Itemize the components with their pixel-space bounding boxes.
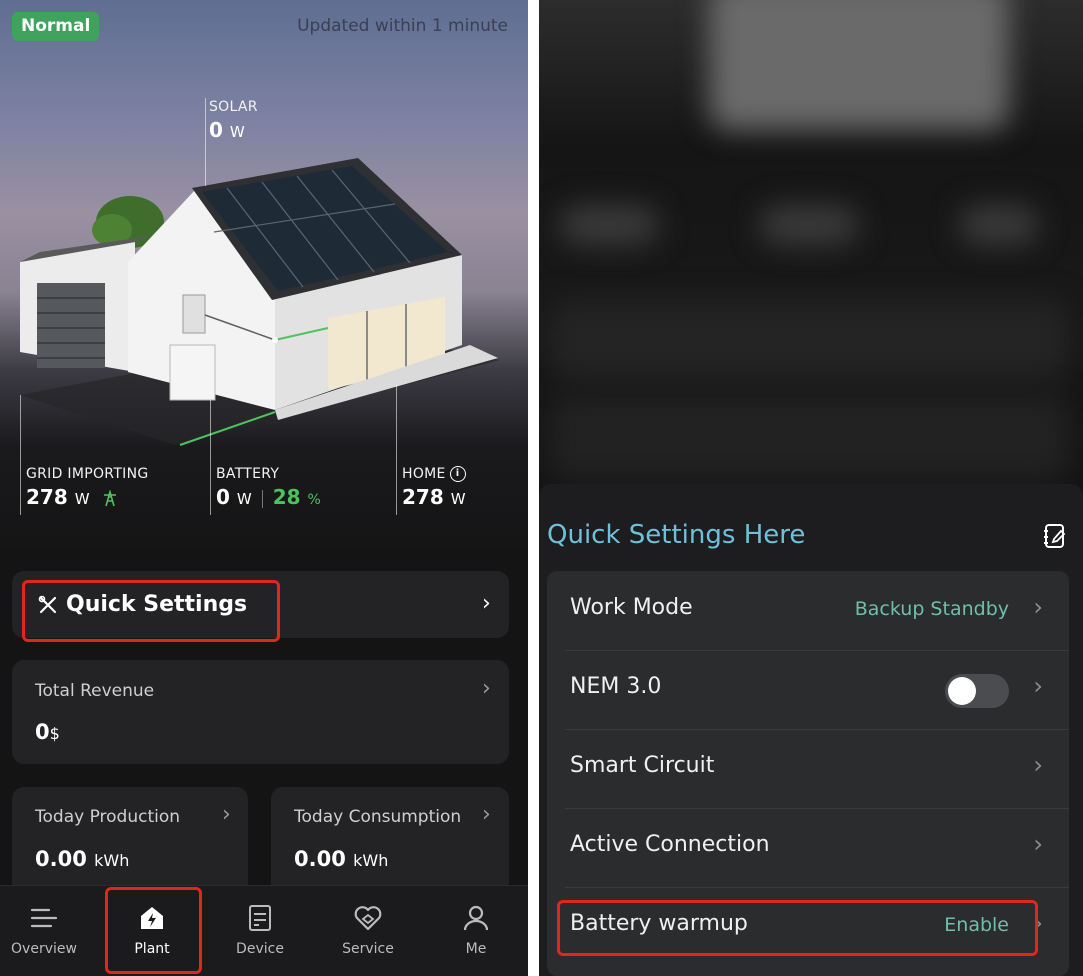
blurred-card: [549, 395, 1069, 480]
tab-overview-label: Overview: [11, 941, 77, 957]
chevron-right-icon: ›: [482, 676, 491, 701]
setting-label: Work Mode: [570, 595, 693, 620]
setting-row-active-connection[interactable]: Active Connection ›: [547, 808, 1069, 887]
battery-soc: 28: [272, 485, 301, 509]
device-icon: [249, 905, 271, 931]
battery-divider: [261, 489, 263, 508]
setting-label: Smart Circuit: [570, 753, 715, 778]
info-icon[interactable]: i: [449, 466, 466, 482]
updated-text: Updated within 1 minute: [297, 16, 508, 36]
home-value: 278: [402, 485, 444, 509]
tab-device-label: Device: [236, 941, 284, 957]
solar-metric[interactable]: SOLAR 0 W: [209, 99, 258, 142]
battery-unit: W: [236, 490, 252, 508]
home-label: HOME: [402, 466, 446, 482]
grid-unit: W: [74, 490, 90, 508]
blurred-metric: [559, 205, 659, 245]
blurred-metric: [959, 205, 1039, 245]
tab-me[interactable]: Me: [423, 886, 528, 957]
highlight-box-quick-settings: [22, 580, 280, 642]
total-revenue-card[interactable]: Total Revenue 0$ ›: [12, 660, 509, 764]
blurred-background: [539, 0, 1083, 484]
edit-icon[interactable]: [1043, 522, 1069, 550]
home-unit: W: [450, 490, 466, 508]
battery-leader-line: [210, 400, 211, 515]
bottom-tab-bar: Overview Plant Device Service Me: [0, 885, 528, 976]
quick-settings-screen: Quick Settings Here Work Mode Backup Sta…: [539, 0, 1083, 976]
chevron-right-icon: ›: [482, 591, 491, 616]
setting-row-work-mode[interactable]: Work Mode Backup Standby ›: [547, 571, 1069, 650]
battery-value: 0: [216, 485, 230, 509]
today-production-label: Today Production: [35, 807, 181, 827]
solar-leader-line: [205, 98, 206, 186]
blurred-house: [709, 0, 1009, 130]
tab-me-label: Me: [465, 941, 487, 957]
sheet-title: Quick Settings Here: [547, 520, 806, 550]
chevron-right-icon: ›: [482, 802, 491, 827]
today-production-unit: kWh: [94, 851, 130, 870]
blurred-metric: [759, 205, 859, 245]
heart-wrench-icon: [354, 906, 382, 931]
house-hero: Normal Updated within 1 minute SOLAR 0 W…: [0, 0, 528, 560]
total-revenue-unit: $: [49, 724, 60, 743]
today-production-card[interactable]: Today Production 0.00 kWh ›: [12, 787, 248, 897]
highlight-box-battery-warmup: [557, 900, 1038, 956]
chevron-right-icon: ›: [222, 802, 231, 827]
tab-service-label: Service: [342, 941, 394, 957]
solar-unit: W: [229, 123, 245, 141]
tab-overview[interactable]: Overview: [0, 886, 97, 957]
battery-label: BATTERY: [216, 466, 280, 482]
toggle-knob: [948, 677, 976, 705]
setting-value: Backup Standby: [854, 598, 1009, 620]
solar-value: 0: [209, 118, 223, 142]
setting-row-nem[interactable]: NEM 3.0 ›: [547, 650, 1069, 729]
plant-screen: Normal Updated within 1 minute SOLAR 0 W…: [0, 0, 528, 976]
chevron-right-icon: ›: [1033, 672, 1043, 700]
status-badge: Normal: [12, 12, 100, 41]
today-consumption-unit: kWh: [353, 851, 389, 870]
highlight-box-plant-tab: [105, 887, 202, 974]
chevron-right-icon: ›: [1033, 830, 1043, 858]
person-icon: [463, 905, 489, 931]
grid-tower-icon: [103, 488, 116, 506]
menu-lines-icon: [30, 908, 58, 928]
home-leader-line: [396, 385, 397, 515]
chevron-right-icon: ›: [1033, 593, 1043, 621]
grid-label: GRID IMPORTING: [26, 466, 149, 482]
today-consumption-card[interactable]: Today Consumption 0.00 kWh ›: [271, 787, 509, 897]
today-production-value: 0.00: [35, 847, 87, 871]
setting-label: NEM 3.0: [570, 674, 662, 699]
setting-row-smart-circuit[interactable]: Smart Circuit ›: [547, 729, 1069, 808]
total-revenue-label: Total Revenue: [35, 681, 155, 701]
blurred-card: [549, 300, 1069, 380]
today-consumption-value: 0.00: [294, 847, 346, 871]
setting-label: Active Connection: [570, 832, 770, 857]
home-metric[interactable]: HOME i 278 W: [402, 466, 466, 509]
grid-leader-line: [20, 395, 21, 515]
grid-value: 278: [26, 485, 68, 509]
battery-soc-unit: %: [307, 492, 321, 508]
grid-metric[interactable]: GRID IMPORTING 278 W: [26, 466, 149, 509]
chevron-right-icon: ›: [1033, 751, 1043, 779]
total-revenue-value: 0: [35, 720, 50, 744]
battery-metric[interactable]: BATTERY 0 W 28 %: [216, 466, 321, 509]
today-consumption-label: Today Consumption: [294, 807, 462, 827]
tab-device[interactable]: Device: [207, 886, 313, 957]
solar-label: SOLAR: [209, 99, 258, 115]
nem-toggle[interactable]: [945, 674, 1009, 708]
tab-service[interactable]: Service: [315, 886, 421, 957]
